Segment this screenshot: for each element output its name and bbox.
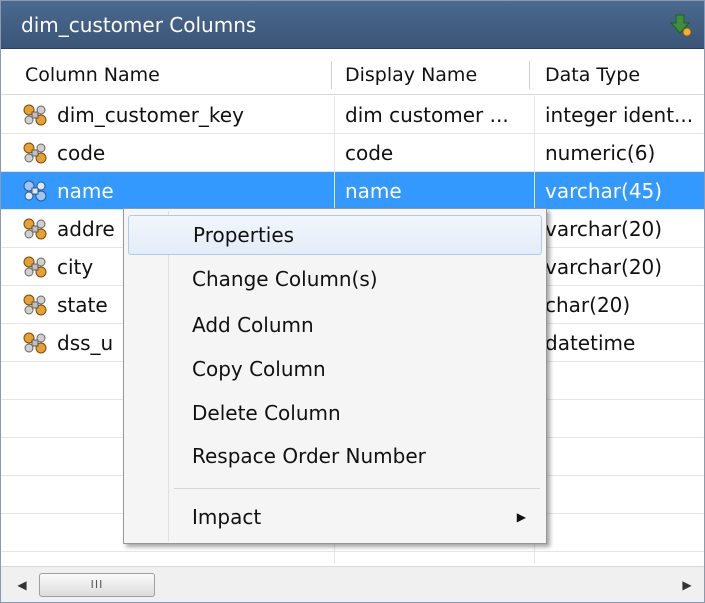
scrollbar-thumb[interactable]: III <box>39 573 155 597</box>
panel-title: dim_customer Columns <box>21 13 257 37</box>
header-column-name[interactable]: Column Name <box>15 55 160 95</box>
header-display-name[interactable]: Display Name <box>335 55 477 95</box>
menu-item-impact-label: Impact <box>192 505 262 529</box>
header-divider[interactable] <box>529 61 530 89</box>
horizontal-scrollbar[interactable]: ◀ III ▶ <box>1 566 704 602</box>
column-key-icon <box>23 142 47 164</box>
cell-display-name: code <box>345 141 394 165</box>
column-header-row: Column Name Display Name Data Type <box>1 55 704 95</box>
menu-separator <box>174 488 540 489</box>
column-key-icon <box>23 218 47 240</box>
menu-item-change-columns[interactable]: Change Column(s) <box>128 259 542 299</box>
menu-item-copy-column[interactable]: Copy Column <box>128 349 542 389</box>
cell-data-type: varchar(45) <box>545 179 663 203</box>
column-key-icon <box>23 104 47 126</box>
menu-item-respace-order-number[interactable]: Respace Order Number <box>128 436 542 476</box>
cell-data-type: datetime <box>545 331 636 355</box>
header-data-type[interactable]: Data Type <box>535 55 640 95</box>
cell-display-name: dim customer ... <box>345 103 509 127</box>
table-row[interactable]: dim_customer_key dim customer ... intege… <box>1 96 704 134</box>
cell-data-type: integer ident... <box>545 103 694 127</box>
menu-item-impact[interactable]: Impact ▶ <box>128 497 542 537</box>
column-key-icon <box>23 294 47 316</box>
submenu-arrow-icon: ▶ <box>516 510 526 524</box>
header-divider[interactable] <box>331 61 332 89</box>
column-key-icon <box>23 180 47 202</box>
cell-column-name: code <box>57 141 106 165</box>
cell-data-type: varchar(20) <box>545 255 663 279</box>
cell-data-type: numeric(6) <box>545 141 656 165</box>
table-row-selected[interactable]: name name varchar(45) <box>1 172 704 210</box>
panel-titlebar: dim_customer Columns <box>1 1 704 49</box>
scroll-left-icon[interactable]: ◀ <box>13 575 31 595</box>
table-row[interactable]: code code numeric(6) <box>1 134 704 172</box>
cell-data-type: char(20) <box>545 293 631 317</box>
context-menu: Properties Change Column(s) Add Column C… <box>123 208 547 544</box>
menu-item-add-column[interactable]: Add Column <box>128 305 542 345</box>
cell-display-name: name <box>345 179 402 203</box>
column-key-icon <box>23 332 47 354</box>
add-column-icon[interactable] <box>670 13 692 37</box>
cell-data-type: varchar(20) <box>545 217 663 241</box>
column-key-icon <box>23 256 47 278</box>
cell-column-name: name <box>57 179 114 203</box>
scroll-right-icon[interactable]: ▶ <box>678 575 696 595</box>
menu-item-properties[interactable]: Properties <box>128 215 542 255</box>
cell-column-name: dim_customer_key <box>57 103 244 127</box>
columns-panel: dim_customer Columns Column Name Display… <box>0 0 705 603</box>
menu-item-delete-column[interactable]: Delete Column <box>128 393 542 433</box>
